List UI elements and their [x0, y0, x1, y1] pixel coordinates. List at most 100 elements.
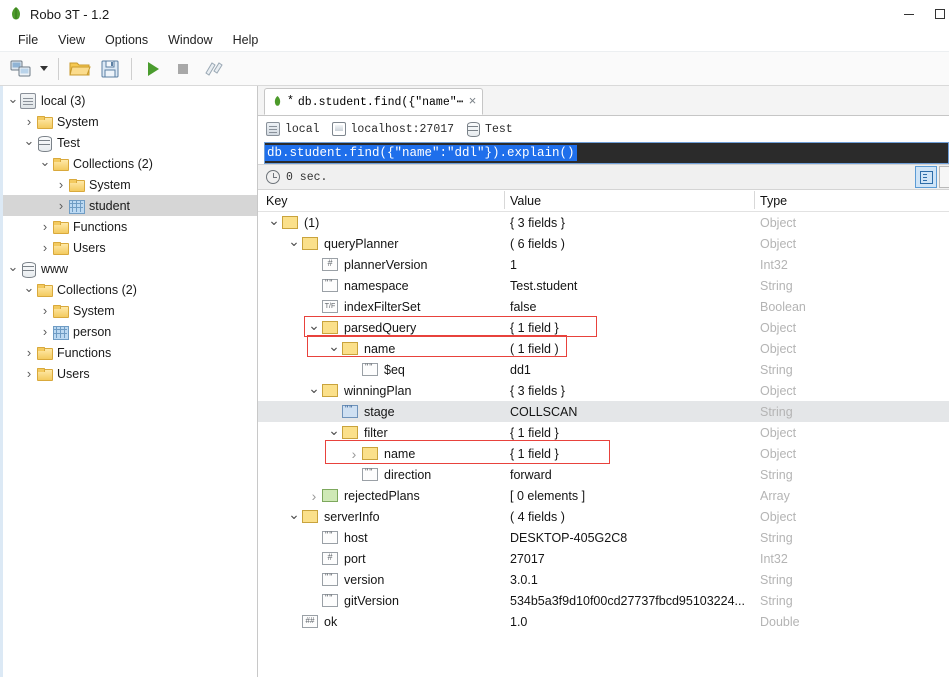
query-text[interactable]: db.student.find({"name":"ddl"}).explain(… [265, 145, 577, 161]
chevron-down-icon[interactable] [286, 506, 302, 527]
table-row[interactable]: (1) { 3 fields } Object [258, 212, 949, 233]
chevron-down-icon[interactable] [6, 90, 20, 111]
table-row[interactable]: stage COLLSCAN String [258, 401, 949, 422]
table-row[interactable]: filter { 1 field } Object [258, 422, 949, 443]
chevron-right-icon[interactable] [38, 237, 52, 258]
table-row[interactable]: queryPlanner ( 6 fields ) Object [258, 233, 949, 254]
column-header-key[interactable]: Key [258, 194, 510, 208]
table-row[interactable]: rejectedPlans [ 0 elements ] Array [258, 485, 949, 506]
table-row[interactable]: name { 1 field } Object [258, 443, 949, 464]
sidebar-item-label: Functions [57, 345, 112, 360]
chevron-down-icon[interactable] [326, 338, 342, 359]
folder-icon [36, 366, 53, 382]
sidebar-item-system[interactable]: System [0, 111, 257, 132]
breadcrumb-host[interactable]: localhost:27017 [331, 122, 463, 136]
breadcrumb-database[interactable]: Test [466, 122, 521, 137]
table-row[interactable]: version 3.0.1 String [258, 569, 949, 590]
table-row[interactable]: gitVersion 534b5a3f9d10f00cd27737fbcd9510… [258, 590, 949, 611]
sidebar-item-system[interactable]: System [0, 300, 257, 321]
folder-icon [36, 114, 53, 130]
sidebar-item-users[interactable]: Users [0, 237, 257, 258]
column-header-type[interactable]: Type [754, 190, 949, 209]
folder-icon [52, 156, 69, 172]
cell-value: 1 [510, 257, 517, 272]
restore-button[interactable] [931, 0, 949, 28]
table-row[interactable]: plannerVersion 1 Int32 [258, 254, 949, 275]
query-editor[interactable]: db.student.find({"name":"ddl"}).explain(… [264, 142, 949, 164]
cell-key: direction [258, 464, 510, 485]
table-row[interactable]: parsedQuery { 1 field } Object [258, 317, 949, 338]
chevron-down-icon[interactable] [38, 153, 52, 174]
table-row[interactable]: port 27017 Int32 [258, 548, 949, 569]
save-disk-icon[interactable] [95, 55, 125, 83]
table-row[interactable]: ok 1.0 Double [258, 611, 949, 632]
chevron-right-icon[interactable] [38, 321, 52, 342]
table-row[interactable]: namespace Test.student String [258, 275, 949, 296]
table-row[interactable]: host DESKTOP-405G2C8 String [258, 527, 949, 548]
play-icon[interactable] [138, 55, 168, 83]
sidebar-item-functions[interactable]: Functions [0, 216, 257, 237]
sidebar-item-collections-2[interactable]: Collections (2) [0, 153, 257, 174]
table-view-icon[interactable] [939, 166, 949, 188]
chevron-down-icon[interactable] [286, 233, 302, 254]
sidebar-item-local-3[interactable]: local (3) [0, 90, 257, 111]
result-grid[interactable]: (1) { 3 fields } Object queryPlanner ( 6 fie… [258, 212, 949, 677]
chevron-down-icon[interactable] [266, 212, 282, 233]
no-twisty [306, 569, 322, 590]
sidebar-item-www[interactable]: www [0, 258, 257, 279]
chevron-down-icon[interactable] [22, 132, 36, 153]
menu-options[interactable]: Options [95, 30, 158, 50]
key-label: gitVersion [344, 593, 399, 608]
object-icon [302, 510, 318, 523]
table-row[interactable]: indexFilterSet false Boolean [258, 296, 949, 317]
no-twisty [306, 527, 322, 548]
close-icon[interactable]: × [468, 94, 477, 109]
table-row[interactable]: winningPlan { 3 fields } Object [258, 380, 949, 401]
sidebar-item-person[interactable]: person [0, 321, 257, 342]
explorer-tree[interactable]: local (3) System Test Collections (2) System… [0, 86, 258, 677]
chevron-down-icon[interactable] [306, 380, 322, 401]
breadcrumb-connection[interactable]: local [266, 122, 328, 136]
tree-view-icon[interactable] [915, 166, 937, 188]
chevron-down-icon[interactable] [36, 55, 52, 83]
table-row[interactable]: name ( 1 field ) Object [258, 338, 949, 359]
sidebar-item-users[interactable]: Users [0, 363, 257, 384]
column-header-value[interactable]: Value [504, 190, 760, 209]
connection-icon[interactable] [6, 55, 36, 83]
sidebar-item-system[interactable]: System [0, 174, 257, 195]
clock-icon [266, 170, 280, 184]
chevron-down-icon[interactable] [22, 279, 36, 300]
chevron-right-icon[interactable] [38, 216, 52, 237]
table-row[interactable]: direction forward String [258, 464, 949, 485]
sidebar-item-test[interactable]: Test [0, 132, 257, 153]
chevron-right-icon[interactable] [54, 195, 68, 216]
chevron-right-icon[interactable] [22, 342, 36, 363]
stop-icon[interactable] [168, 55, 198, 83]
key-label: plannerVersion [344, 257, 428, 272]
table-row[interactable]: serverInfo ( 4 fields ) Object [258, 506, 949, 527]
menu-help[interactable]: Help [223, 30, 269, 50]
cell-type: Object [760, 509, 797, 524]
table-row[interactable]: $eq dd1 String [258, 359, 949, 380]
sidebar-item-student[interactable]: student [0, 195, 257, 216]
cell-key: host [258, 527, 510, 548]
chevron-down-icon[interactable] [306, 317, 322, 338]
chevron-right-icon[interactable] [22, 111, 36, 132]
chevron-down-icon[interactable] [6, 258, 20, 279]
minimize-button[interactable] [886, 0, 931, 28]
chevron-right-icon[interactable] [306, 485, 322, 506]
menu-window[interactable]: Window [158, 30, 222, 50]
chevron-right-icon[interactable] [38, 300, 52, 321]
leaf-icon [8, 6, 24, 22]
chevron-right-icon[interactable] [346, 443, 362, 464]
open-folder-icon[interactable] [65, 55, 95, 83]
menu-file[interactable]: File [8, 30, 48, 50]
chevron-right-icon[interactable] [54, 174, 68, 195]
tab-query[interactable]: * db.student.find({"name"⋯ × [264, 88, 484, 115]
shell-icon[interactable] [198, 55, 228, 83]
menu-view[interactable]: View [48, 30, 95, 50]
sidebar-item-collections-2[interactable]: Collections (2) [0, 279, 257, 300]
sidebar-item-functions[interactable]: Functions [0, 342, 257, 363]
chevron-right-icon[interactable] [22, 363, 36, 384]
chevron-down-icon[interactable] [326, 422, 342, 443]
